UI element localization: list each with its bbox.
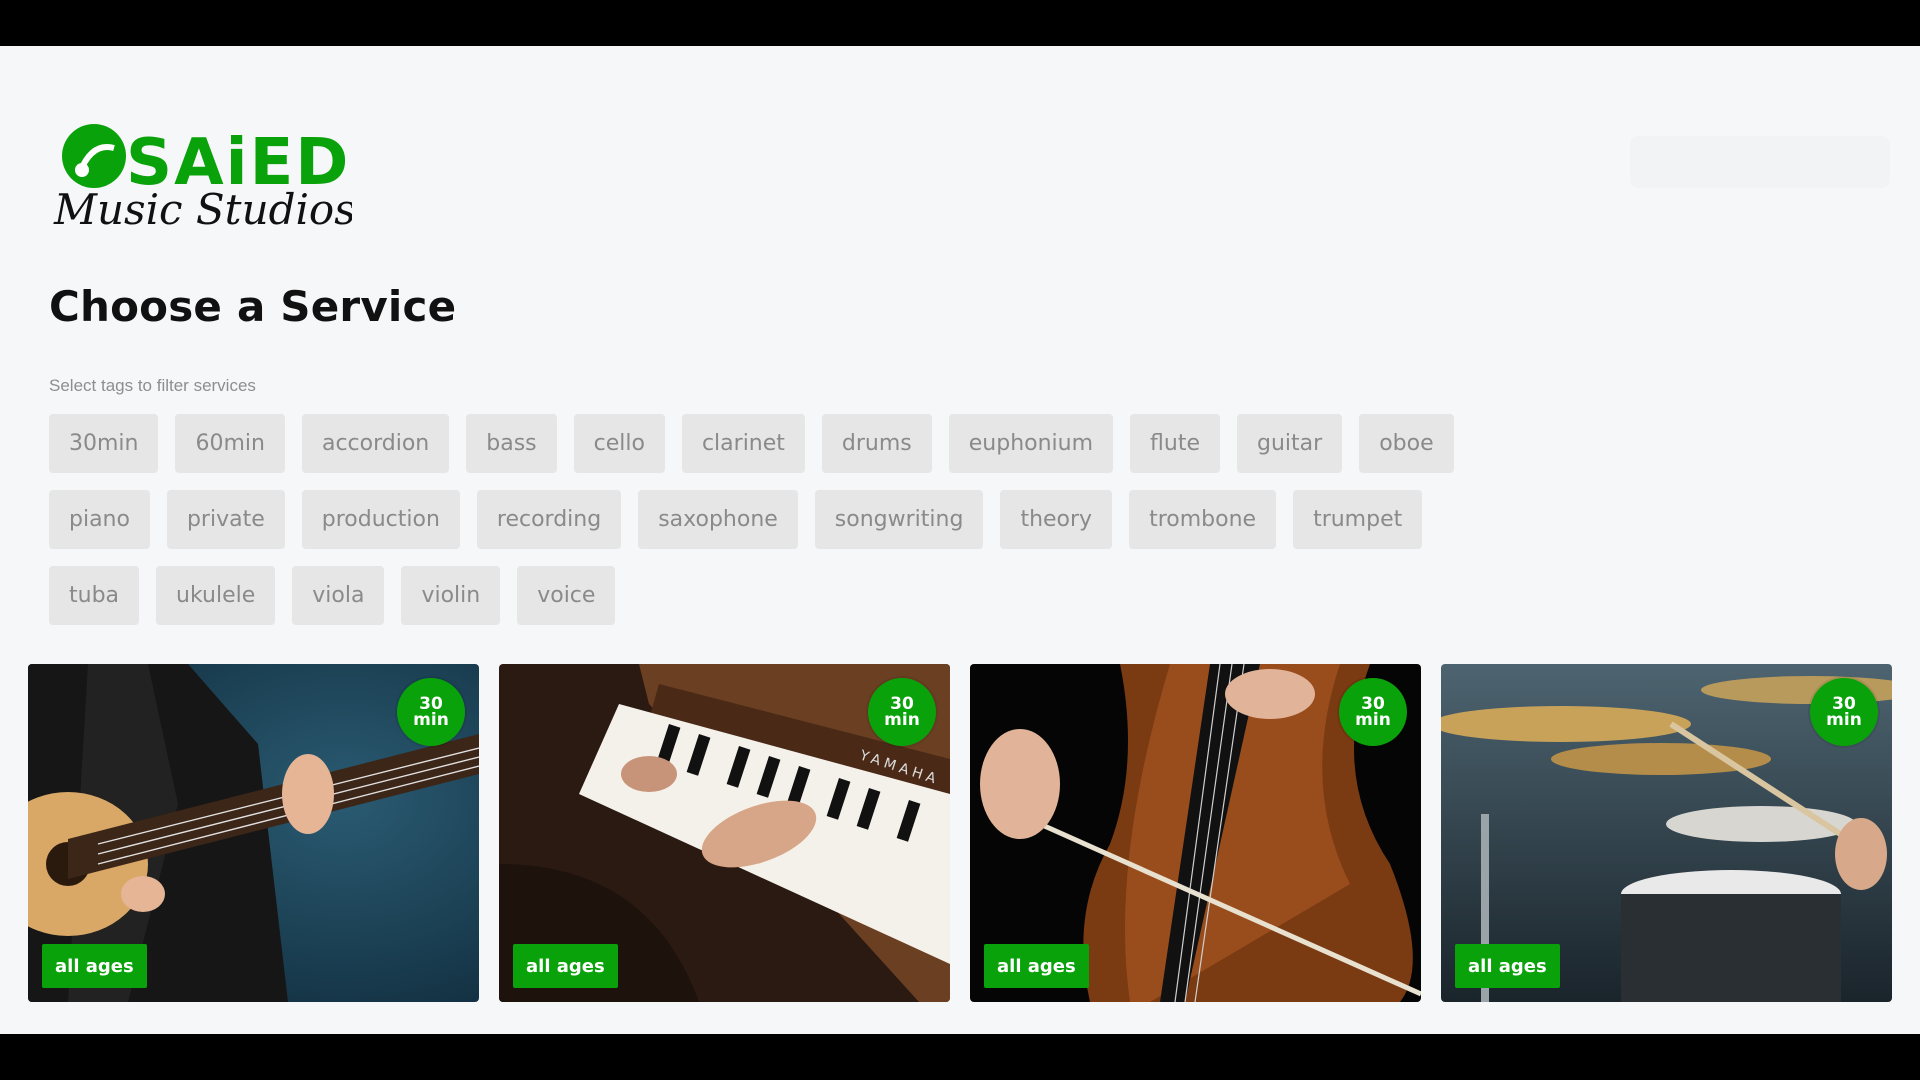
tag-60min[interactable]: 60min [175,414,285,473]
tag-guitar[interactable]: guitar [1237,414,1343,473]
svg-text:Music Studios: Music Studios [53,185,352,232]
tag-viola[interactable]: viola [292,566,385,625]
duration-badge: 30 min [397,678,465,746]
tag-cello[interactable]: cello [573,414,665,473]
tag-private[interactable]: private [166,490,285,549]
service-card-drums[interactable]: 30 min all ages [1441,664,1892,1002]
duration-badge: 30 min [1339,678,1407,746]
tag-clarinet[interactable]: clarinet [681,414,805,473]
tag-30min[interactable]: 30min [49,414,159,473]
tag-trumpet[interactable]: trumpet [1293,490,1423,549]
tag-row: 30min 60min accordion bass cello clarinet drum… [49,414,1569,473]
duration-badge: 30 min [1810,678,1878,746]
letterbox-top [0,0,1920,46]
tag-filter-group: 30min 60min accordion bass cello clarinet drum… [49,414,1569,642]
tag-row: tuba ukulele viola violin voice [49,566,1569,625]
tag-flute[interactable]: flute [1130,414,1221,473]
tag-recording[interactable]: recording [476,490,622,549]
studio-logo[interactable]: SAiED Music Studios [52,112,352,232]
age-badge: all ages [1455,944,1560,988]
age-badge: all ages [513,944,618,988]
tag-tuba[interactable]: tuba [49,566,140,625]
tag-bass[interactable]: bass [466,414,557,473]
tag-songwriting[interactable]: songwriting [814,490,984,549]
tag-euphonium[interactable]: euphonium [948,414,1114,473]
age-badge: all ages [42,944,147,988]
tag-oboe[interactable]: oboe [1359,414,1454,473]
tag-saxophone[interactable]: saxophone [638,490,798,549]
duration-badge: 30 min [868,678,936,746]
tag-drums[interactable]: drums [821,414,932,473]
tag-accordion[interactable]: accordion [301,414,450,473]
filter-hint: Select tags to filter services [49,376,256,395]
service-card-guitar[interactable]: 30 min all ages [28,664,479,1002]
page-title: Choose a Service [49,282,457,331]
tag-voice[interactable]: voice [517,566,616,625]
age-badge: all ages [984,944,1089,988]
tag-theory[interactable]: theory [1000,490,1113,549]
service-cards: 30 min all ages YAMAHA 30 min all ages 3… [28,664,1894,1003]
header-placeholder [1630,136,1890,188]
service-card-piano[interactable]: YAMAHA 30 min all ages [499,664,950,1002]
tag-ukulele[interactable]: ukulele [156,566,276,625]
letterbox-bottom [0,1034,1920,1080]
tag-trombone[interactable]: trombone [1129,490,1277,549]
tag-production[interactable]: production [301,490,460,549]
tag-piano[interactable]: piano [49,490,150,549]
tag-violin[interactable]: violin [401,566,501,625]
booking-page: SAiED Music Studios Choose a Service Sel… [0,46,1920,1034]
service-card-cello[interactable]: 30 min all ages [970,664,1421,1002]
tag-row: piano private production recording saxophone… [49,490,1569,549]
